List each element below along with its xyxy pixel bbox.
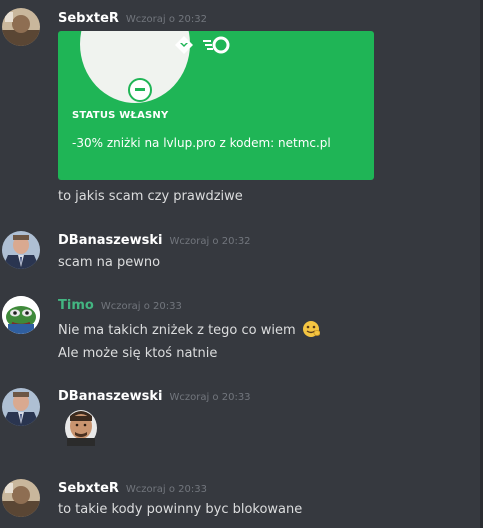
author-name[interactable]: SebxteR Wczoraj o 20:32 bbox=[58, 11, 207, 26]
timestamp: Wczoraj o 20:32 bbox=[125, 14, 207, 25]
message-text: Ale może się ktoś natnie bbox=[58, 346, 218, 361]
author-label[interactable]: Timo bbox=[58, 298, 94, 313]
author-label[interactable]: DBanaszewski bbox=[58, 389, 162, 404]
author-label[interactable]: SebxteR bbox=[58, 481, 119, 496]
timestamp: Wczoraj o 20:33 bbox=[125, 484, 207, 495]
timestamp: Wczoraj o 20:33 bbox=[169, 392, 251, 403]
author-name[interactable]: DBanaszewski Wczoraj o 20:33 bbox=[58, 389, 251, 404]
avatar[interactable] bbox=[2, 388, 40, 426]
author-name[interactable]: DBanaszewski Wczoraj o 20:32 bbox=[58, 233, 251, 248]
author-name[interactable]: SebxteR Wczoraj o 20:33 bbox=[58, 481, 207, 496]
message-text: Nie ma takich zniżek z tego co wiem bbox=[58, 320, 321, 338]
author-name[interactable]: Timo Wczoraj o 20:33 bbox=[58, 298, 182, 313]
custom-status-heading: STATUS WŁASNY bbox=[72, 110, 169, 121]
avatar[interactable] bbox=[2, 231, 40, 269]
custom-emoji-icon[interactable] bbox=[63, 408, 99, 446]
dnd-status-icon bbox=[128, 78, 152, 102]
timestamp: Wczoraj o 20:32 bbox=[169, 236, 251, 247]
message-group: DBanaszewski Wczoraj o 20:33 bbox=[0, 383, 480, 453]
message-group: SebxteR Wczoraj o 20:33 to takie kody pow… bbox=[0, 475, 480, 528]
user-profile-card: STATUS WŁASNY -30% zniżki na lvlup.pro z… bbox=[58, 31, 374, 180]
message-group: Timo Wczoraj o 20:33 Nie ma takich zniżek… bbox=[0, 290, 480, 370]
emoji-icon[interactable] bbox=[302, 320, 321, 338]
hypesquad-badge-icon[interactable] bbox=[174, 35, 194, 55]
nitro-badge-icon[interactable] bbox=[202, 35, 232, 55]
custom-status-text: -30% zniżki na lvlup.pro z kodem: netmc.… bbox=[72, 136, 331, 150]
timestamp: Wczoraj o 20:33 bbox=[100, 301, 182, 312]
message-group: SebxteR Wczoraj o 20:32 STATUS WŁASNY -30… bbox=[0, 0, 480, 215]
avatar[interactable] bbox=[2, 296, 40, 334]
avatar[interactable] bbox=[2, 479, 40, 517]
message-text-content: Nie ma takich zniżek z tego co wiem bbox=[58, 323, 296, 338]
author-label[interactable]: DBanaszewski bbox=[58, 233, 162, 248]
message-text: to takie kody powinny byc blokowane bbox=[58, 502, 303, 517]
message-text: to jakis scam czy prawdziwe bbox=[58, 189, 243, 204]
author-label[interactable]: SebxteR bbox=[58, 11, 119, 26]
message-group: DBanaszewski Wczoraj o 20:32 scam na pewn… bbox=[0, 225, 480, 285]
message-text: scam na pewno bbox=[58, 255, 161, 270]
avatar[interactable] bbox=[2, 8, 40, 46]
